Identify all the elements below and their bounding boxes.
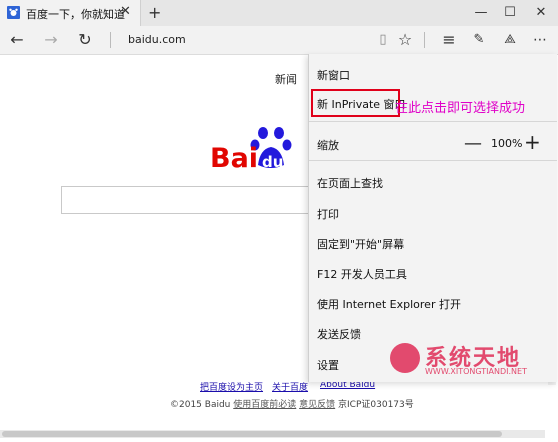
toolbar-divider xyxy=(424,32,425,48)
feedback-link[interactable]: 意见反馈 xyxy=(299,400,335,410)
copyright-text: ©2015 Baidu xyxy=(170,400,231,410)
annotation-text: 在此点击即可选择成功 xyxy=(395,101,526,116)
address-bar[interactable]: baidu.com xyxy=(120,31,360,49)
navigation-bar: ← → ↻ baidu.com ▯ ☆ ≡ ✎ ⟁ ⋯ xyxy=(0,26,558,55)
zoom-in-button[interactable]: + xyxy=(524,130,541,154)
horizontal-scrollbar[interactable] xyxy=(0,430,545,438)
forward-arrow-icon[interactable]: → xyxy=(38,26,64,54)
maximize-button[interactable]: ☐ xyxy=(499,3,521,23)
back-arrow-icon[interactable]: ← xyxy=(4,26,30,54)
hub-icon[interactable]: ≡ xyxy=(436,26,462,54)
tab-bar: 百度一下，你就知道 ✕ + — ☐ ✕ xyxy=(0,0,558,27)
menu-settings[interactable]: 设置 xyxy=(317,357,339,373)
menu-print[interactable]: 打印 xyxy=(317,206,339,222)
logo-bai-text: Bai xyxy=(210,143,259,174)
menu-divider xyxy=(309,160,557,161)
logo-du-text: du xyxy=(262,153,284,171)
menu-open-ie[interactable]: 使用 Internet Explorer 打开 xyxy=(317,296,461,312)
baidu-favicon-icon xyxy=(7,6,20,19)
menu-send-feedback[interactable]: 发送反馈 xyxy=(317,326,361,342)
highlight-box xyxy=(311,89,400,117)
new-tab-button[interactable]: + xyxy=(148,3,161,22)
terms-link[interactable]: 使用百度前必读 xyxy=(233,400,296,410)
news-link[interactable]: 新闻 xyxy=(275,71,297,87)
zoom-out-button[interactable]: — xyxy=(464,133,482,154)
tab-close-icon[interactable]: ✕ xyxy=(120,4,131,19)
menu-new-window[interactable]: 新窗口 xyxy=(317,67,350,83)
site-watermark: 系统天地 WWW.XITONGTIANDI.NET xyxy=(390,340,550,382)
address-url: baidu.com xyxy=(128,33,186,46)
refresh-icon[interactable]: ↻ xyxy=(72,26,98,54)
close-window-button[interactable]: ✕ xyxy=(530,3,552,23)
web-note-icon[interactable]: ✎ xyxy=(466,26,492,54)
watermark-logo-icon xyxy=(390,343,420,373)
more-actions-icon[interactable]: ⋯ xyxy=(527,26,553,54)
about-baidu-link[interactable]: 关于百度 xyxy=(272,380,308,393)
menu-find-on-page[interactable]: 在页面上查找 xyxy=(317,175,383,191)
menu-zoom-label: 缩放 xyxy=(317,139,339,152)
minimize-button[interactable]: — xyxy=(470,3,492,23)
copyright-line: ©2015 Baidu 使用百度前必读 意见反馈 京ICP证030173号 xyxy=(170,397,414,410)
share-icon[interactable]: ⟁ xyxy=(497,26,523,54)
set-homepage-link[interactable]: 把百度设为主页 xyxy=(200,380,263,393)
icp-text: 京ICP证030173号 xyxy=(338,400,414,410)
menu-divider xyxy=(309,121,557,122)
horizontal-scroll-thumb[interactable] xyxy=(2,431,502,437)
browser-tab[interactable]: 百度一下，你就知道 ✕ xyxy=(0,0,141,26)
menu-dev-tools[interactable]: F12 开发人员工具 xyxy=(317,266,407,282)
menu-pin-start[interactable]: 固定到"开始"屏幕 xyxy=(317,236,404,252)
address-divider xyxy=(110,32,111,48)
watermark-subtext: WWW.XITONGTIANDI.NET xyxy=(425,367,527,376)
search-input[interactable] xyxy=(61,186,322,214)
zoom-level: 100% xyxy=(491,137,523,150)
tab-title: 百度一下，你就知道 xyxy=(26,8,125,21)
baidu-logo: Bai du xyxy=(208,125,308,177)
favorite-star-icon[interactable]: ☆ xyxy=(392,26,418,54)
